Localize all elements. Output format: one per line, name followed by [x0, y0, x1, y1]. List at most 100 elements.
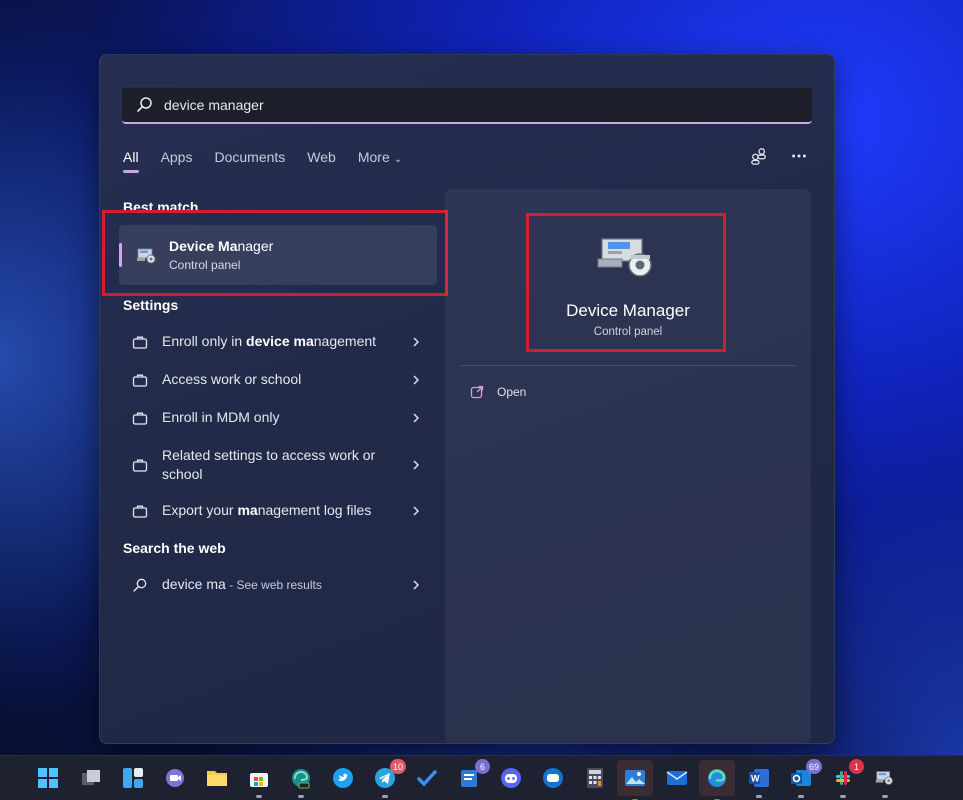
tab-documents[interactable]: Documents: [214, 149, 285, 165]
best-match-subtitle: Control panel: [169, 258, 273, 272]
photos-icon: [624, 767, 646, 789]
best-match-name-rest: nager: [237, 238, 273, 254]
mail-icon: [666, 767, 688, 789]
edge-button[interactable]: [699, 760, 735, 796]
edge-dev-button[interactable]: [287, 764, 315, 792]
tab-apps[interactable]: Apps: [161, 149, 193, 165]
account-switch-icon[interactable]: [748, 145, 770, 167]
tab-more[interactable]: More⌄: [358, 149, 402, 165]
mail-button[interactable]: [663, 764, 691, 792]
start-icon: [37, 767, 59, 789]
open-label: Open: [497, 385, 526, 399]
todo-button[interactable]: [413, 764, 441, 792]
store-icon: [248, 767, 270, 789]
running-indicator: [798, 795, 804, 798]
device-manager-taskbar-button[interactable]: [871, 764, 899, 792]
search-box[interactable]: [122, 87, 812, 124]
web-query: device ma: [162, 576, 226, 592]
search-options: [748, 145, 810, 167]
chevron-down-icon: ⌄: [394, 154, 402, 165]
settings-heading: Settings: [123, 297, 178, 313]
task-view-icon: [80, 767, 102, 789]
briefcase-icon: [132, 457, 148, 473]
settings-item-access-work-school[interactable]: Access work or school: [132, 370, 422, 389]
settings-item-label: Export your management log files: [162, 501, 402, 520]
outlook-badge: 69: [806, 759, 822, 774]
running-indicator: [882, 795, 888, 798]
briefcase-icon: [132, 503, 148, 519]
photos-button[interactable]: [617, 760, 653, 796]
chevron-right-icon: [410, 412, 422, 424]
widgets-icon: [122, 767, 144, 789]
teams-chat-button[interactable]: [161, 764, 189, 792]
web-result-label: device ma - See web results: [162, 575, 402, 595]
preview-pane: Device Manager Control panel Open: [445, 189, 811, 743]
device-manager-icon: [874, 767, 896, 789]
task-view-button[interactable]: [77, 764, 105, 792]
discord-button[interactable]: [497, 764, 525, 792]
telegram-badge: 10: [390, 759, 406, 774]
outlook-button[interactable]: 69: [787, 764, 815, 792]
search-input[interactable]: [164, 97, 812, 113]
best-match-name: Device Manager: [169, 238, 273, 254]
telegram-button[interactable]: 10: [371, 764, 399, 792]
twitter-button[interactable]: [329, 764, 357, 792]
twitter-icon: [332, 767, 354, 789]
messages-button[interactable]: [539, 764, 567, 792]
open-button[interactable]: Open: [470, 385, 526, 399]
chevron-right-icon: [410, 579, 422, 591]
file-explorer-button[interactable]: [203, 764, 231, 792]
settings-item-label: Related settings to access work or schoo…: [162, 446, 402, 484]
teams-chat-icon: [164, 767, 186, 789]
label-part: Export your: [162, 502, 237, 518]
taskbar: 10 6 W 69 1: [0, 755, 963, 800]
settings-item-enroll-mdm[interactable]: Enroll in MDM only: [132, 408, 422, 427]
word-button[interactable]: W: [745, 764, 773, 792]
slack-button[interactable]: 1: [829, 764, 857, 792]
tab-web[interactable]: Web: [307, 149, 336, 165]
widgets-button[interactable]: [119, 764, 147, 792]
chevron-right-icon: [410, 505, 422, 517]
web-suffix: - See web results: [226, 578, 322, 592]
best-match-text: Device Manager Control panel: [169, 238, 273, 272]
notes-button[interactable]: 6: [455, 764, 483, 792]
edge-icon: [706, 767, 728, 789]
edge-dev-icon: [290, 767, 312, 789]
preview-title: Device Manager: [445, 301, 811, 321]
start-button[interactable]: [34, 764, 62, 792]
open-external-icon: [470, 385, 484, 399]
filter-tabs: All Apps Documents Web More⌄: [123, 149, 424, 165]
label-match: ma: [237, 502, 257, 518]
file-explorer-icon: [206, 767, 228, 789]
selection-indicator: [119, 243, 122, 267]
running-indicator: [256, 795, 262, 798]
settings-item-label: Enroll only in device management: [162, 332, 402, 351]
search-icon: [132, 577, 148, 593]
more-options-icon[interactable]: [788, 145, 810, 167]
store-button[interactable]: [245, 764, 273, 792]
settings-item-label: Access work or school: [162, 370, 402, 389]
best-match-result[interactable]: Device Manager Control panel: [119, 225, 437, 285]
briefcase-icon: [132, 372, 148, 388]
best-match-name-match: Device Ma: [169, 238, 237, 254]
settings-item-related-work-school[interactable]: Related settings to access work or schoo…: [132, 446, 422, 484]
tab-all[interactable]: All: [123, 149, 139, 165]
web-result[interactable]: device ma - See web results: [132, 575, 422, 595]
running-indicator: [840, 795, 846, 798]
divider: [459, 365, 797, 366]
svg-text:W: W: [751, 774, 760, 784]
device-manager-icon: [596, 231, 658, 281]
calculator-icon: [584, 767, 606, 789]
settings-item-label: Enroll in MDM only: [162, 408, 402, 427]
settings-item-enroll-device-management[interactable]: Enroll only in device management: [132, 332, 422, 351]
running-indicator: [382, 795, 388, 798]
briefcase-icon: [132, 334, 148, 350]
chevron-right-icon: [410, 336, 422, 348]
preview-subtitle: Control panel: [445, 326, 811, 338]
briefcase-icon: [132, 410, 148, 426]
notes-badge: 6: [475, 759, 490, 774]
settings-item-export-log[interactable]: Export your management log files: [132, 501, 422, 520]
running-indicator: [756, 795, 762, 798]
calculator-button[interactable]: [581, 764, 609, 792]
label-part: nagement log files: [258, 502, 372, 518]
